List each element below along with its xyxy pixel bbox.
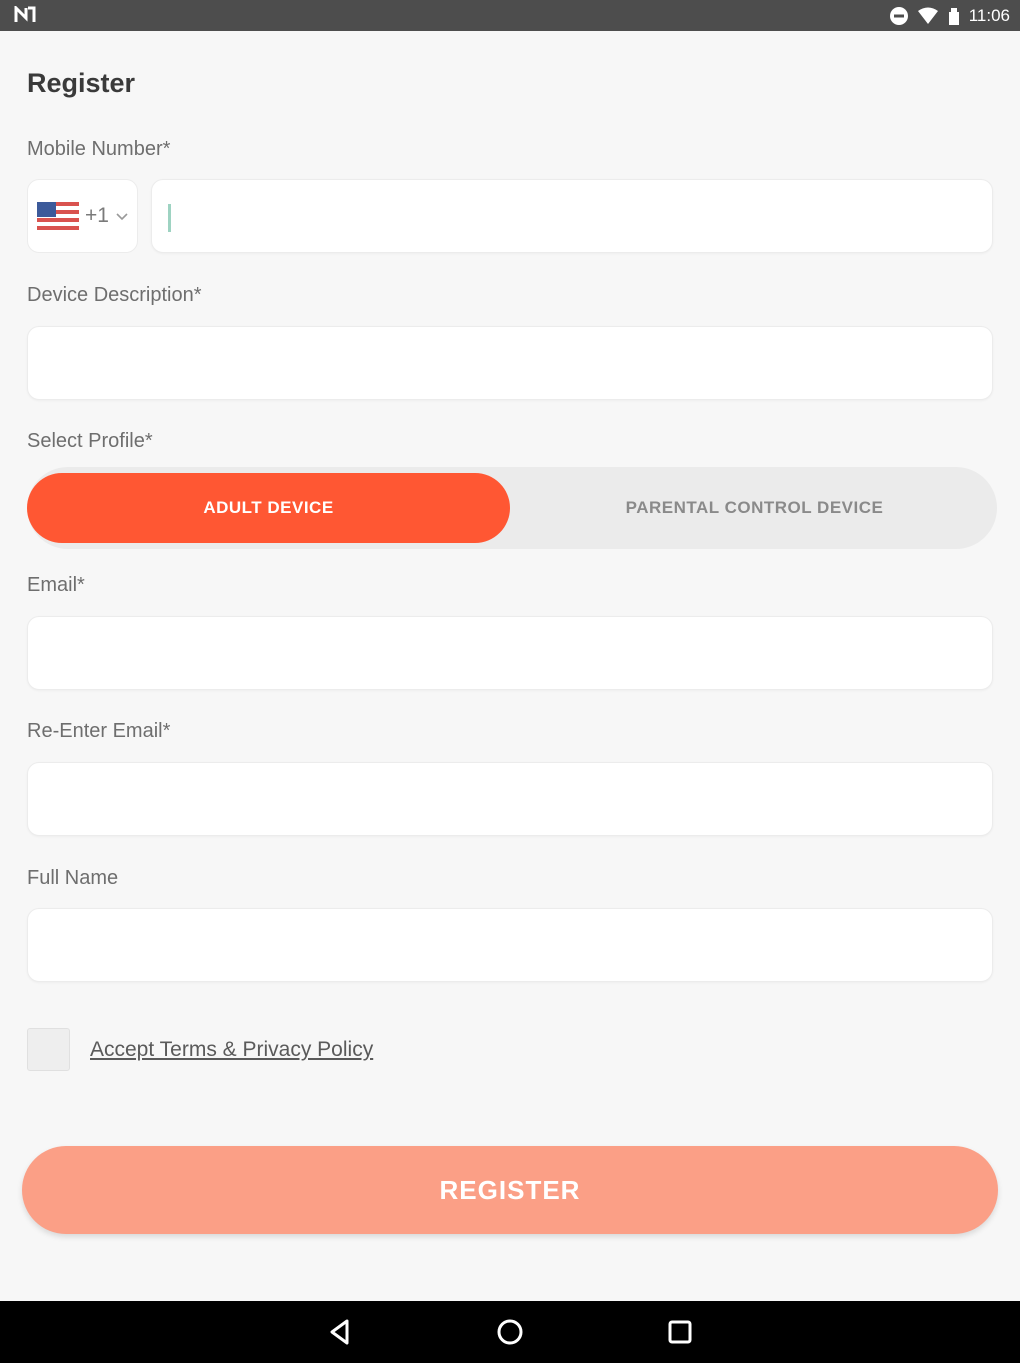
us-flag-icon [37,202,79,230]
mobile-number-input[interactable] [152,180,992,252]
re-enter-email-label: Re-Enter Email* [27,720,171,742]
re-enter-email-field[interactable] [27,762,993,836]
status-bar: 11:06 [0,0,1020,31]
device-description-input[interactable] [28,327,992,399]
terms-row: Accept Terms & Privacy Policy [27,1028,373,1071]
register-button[interactable]: REGISTER [22,1146,998,1234]
signal-icon [948,7,959,25]
back-icon[interactable] [323,1315,357,1349]
full-name-input[interactable] [28,909,992,981]
full-name-label: Full Name [27,867,119,889]
navigation-bar [0,1301,1020,1363]
re-enter-email-input[interactable] [28,763,992,835]
full-name-field[interactable] [27,908,993,982]
adult-device-option[interactable]: ADULT DEVICE [27,473,510,543]
terms-privacy-link[interactable]: Accept Terms & Privacy Policy [90,1038,373,1062]
profile-toggle: ADULT DEVICE PARENTAL CONTROL DEVICE [27,467,997,549]
email-label: Email* [27,574,85,596]
wifi-icon [917,7,938,24]
n-logo-icon [14,6,36,22]
dnd-icon [889,6,908,25]
device-description-field[interactable] [27,326,993,400]
page-title: Register [27,68,136,98]
device-description-label: Device Description* [27,284,202,306]
text-caret [168,204,171,232]
select-profile-label: Select Profile* [27,430,153,452]
country-code-picker[interactable]: +1 [27,179,138,253]
home-icon[interactable] [493,1315,527,1349]
status-time: 11:06 [968,5,1010,25]
chevron-down-icon [116,213,128,221]
country-code: +1 [85,204,109,227]
email-field[interactable] [27,616,993,690]
terms-checkbox[interactable] [27,1028,70,1071]
mobile-number-label: Mobile Number* [27,138,171,160]
status-icons: 11:06 [889,5,1010,26]
email-input[interactable] [28,617,992,689]
parental-control-device-option[interactable]: PARENTAL CONTROL DEVICE [512,473,997,543]
mobile-number-field[interactable] [151,179,993,253]
recents-icon[interactable] [663,1315,697,1349]
